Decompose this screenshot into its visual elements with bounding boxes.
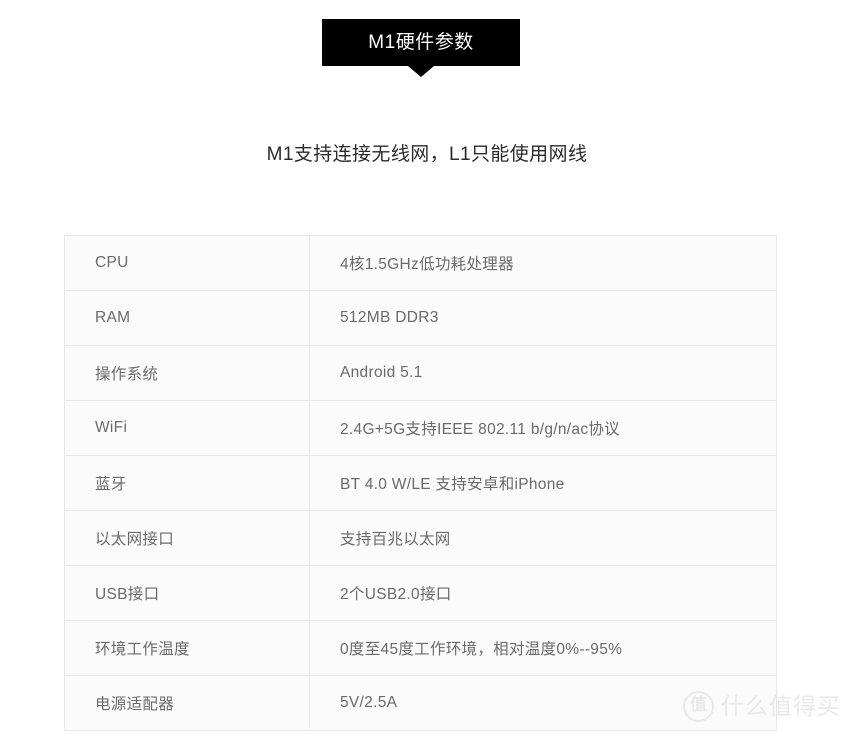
table-row: 以太网接口 支持百兆以太网 — [64, 510, 777, 566]
banner-arrow-down-icon — [408, 66, 434, 77]
subtitle-text: M1支持连接无线网，L1只能使用网线 — [266, 144, 588, 165]
spec-label: 蓝牙 — [64, 455, 310, 511]
spec-label: 电源适配器 — [64, 675, 310, 731]
spec-value: 2.4G+5G支持IEEE 802.11 b/g/n/ac协议 — [309, 400, 777, 456]
spec-value: Android 5.1 — [309, 345, 777, 401]
table-row: WiFi 2.4G+5G支持IEEE 802.11 b/g/n/ac协议 — [64, 400, 777, 456]
table-row: 环境工作温度 0度至45度工作环境，相对温度0%--95% — [64, 620, 777, 676]
spec-value: 512MB DDR3 — [309, 290, 777, 346]
spec-label: WiFi — [64, 400, 310, 456]
spec-table-body: CPU 4核1.5GHz低功耗处理器 RAM 512MB DDR3 操作系统 A… — [64, 235, 777, 731]
spec-table: CPU 4核1.5GHz低功耗处理器 RAM 512MB DDR3 操作系统 A… — [64, 235, 777, 731]
page-title: M1硬件参数 — [368, 32, 474, 53]
spec-value: 5V/2.5A — [309, 675, 777, 731]
spec-label: RAM — [64, 290, 310, 346]
table-row: RAM 512MB DDR3 — [64, 290, 777, 346]
table-row: USB接口 2个USB2.0接口 — [64, 565, 777, 621]
spec-label: 以太网接口 — [64, 510, 310, 566]
spec-value: 0度至45度工作环境，相对温度0%--95% — [309, 620, 777, 676]
spec-label: 环境工作温度 — [64, 620, 310, 676]
table-row: 电源适配器 5V/2.5A — [64, 675, 777, 731]
spec-value: 支持百兆以太网 — [309, 510, 777, 566]
spec-label: USB接口 — [64, 565, 310, 621]
table-row: 蓝牙 BT 4.0 W/LE 支持安卓和iPhone — [64, 455, 777, 511]
spec-value: 4核1.5GHz低功耗处理器 — [309, 235, 777, 291]
spec-value: 2个USB2.0接口 — [309, 565, 777, 621]
spec-value: BT 4.0 W/LE 支持安卓和iPhone — [309, 455, 777, 511]
table-row: 操作系统 Android 5.1 — [64, 345, 777, 401]
header-banner-wrap: M1硬件参数 — [0, 19, 854, 79]
spec-label: 操作系统 — [64, 345, 310, 401]
header-banner: M1硬件参数 — [322, 19, 520, 66]
table-row: CPU 4核1.5GHz低功耗处理器 — [64, 235, 777, 291]
spec-label: CPU — [64, 235, 310, 291]
